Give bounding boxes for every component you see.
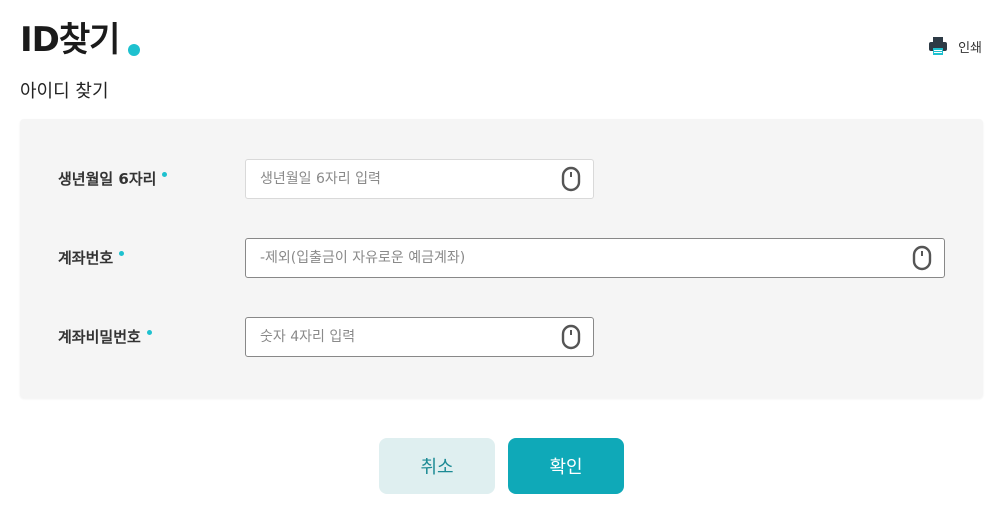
- confirm-button[interactable]: 확인: [508, 438, 624, 494]
- required-indicator: [162, 172, 168, 177]
- cancel-button[interactable]: 취소: [379, 438, 495, 494]
- account-number-input[interactable]: [246, 238, 912, 278]
- account-password-input[interactable]: [246, 317, 561, 357]
- birthdate-input[interactable]: [246, 159, 561, 199]
- section-subtitle: 아이디 찾기: [20, 81, 109, 102]
- mouse-icon[interactable]: [912, 245, 932, 271]
- mouse-icon[interactable]: [561, 166, 581, 192]
- title-accent-dot: [128, 44, 140, 56]
- print-label: 인쇄: [958, 40, 982, 56]
- page-title: ID찾기: [20, 20, 120, 60]
- required-indicator: [119, 251, 125, 256]
- account-password-field: [245, 317, 594, 357]
- birthdate-label: 생년월일 6자리: [58, 169, 168, 189]
- mouse-icon[interactable]: [561, 324, 581, 350]
- form-panel: 생년월일 6자리 계좌번호 계좌비밀번호: [20, 119, 983, 398]
- account-number-label: 계좌번호: [58, 248, 125, 268]
- printer-icon: [929, 37, 948, 55]
- birthdate-label-text: 생년월일 6자리: [58, 170, 157, 188]
- required-indicator: [146, 330, 152, 335]
- account-number-field: [245, 238, 945, 278]
- account-number-label-text: 계좌번호: [58, 249, 114, 267]
- print-button[interactable]: 인쇄: [928, 36, 982, 56]
- birthdate-field: [245, 159, 594, 199]
- account-password-label: 계좌비밀번호: [58, 327, 152, 347]
- account-password-label-text: 계좌비밀번호: [58, 328, 141, 346]
